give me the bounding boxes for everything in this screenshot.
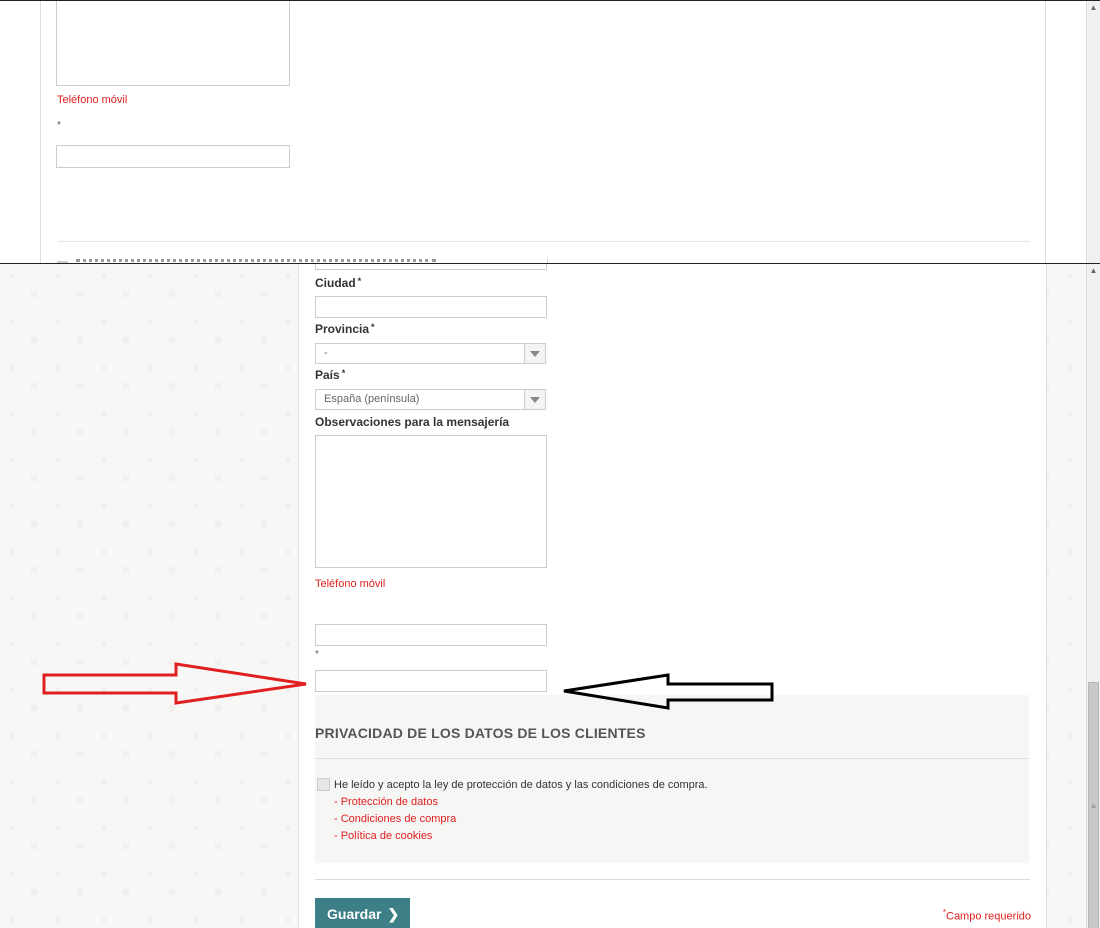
accept-checkbox[interactable] [317,778,330,791]
province-label: Provincia * [315,322,375,336]
country-label: País * [315,368,346,382]
observations-textarea-top[interactable] [56,1,290,86]
bottom-screenshot: Ciudad * Provincia * - País * España (penín… [0,263,1100,928]
accept-text: He leído y acepto la ley de protección d… [334,779,708,791]
mobile-input[interactable] [315,624,547,646]
top-screenshot: Teléfono móvil * ▲ [0,0,1100,263]
mobile-label: Teléfono móvil [315,578,386,590]
right-border [1045,1,1046,263]
province-select[interactable]: - [315,343,546,364]
footer-divider [315,879,1030,880]
city-label: Ciudad * [315,276,362,290]
extra-input-highlighted[interactable] [315,670,547,692]
privacy-title: PRIVACIDAD DE LOS DATOS DE LOS CLIENTES [315,725,646,741]
city-input[interactable] [315,296,547,318]
form-panel: Ciudad * Provincia * - País * España (penín… [298,264,1047,928]
asterisk-marker: * [315,649,319,660]
link-cookies-policy[interactable]: - Política de cookies [334,830,432,842]
privacy-divider [315,758,1029,759]
scrollbar-top[interactable]: ▲ [1086,1,1100,263]
dropdown-arrow-icon[interactable] [524,390,545,409]
scroll-up-icon[interactable]: ▲ [1087,1,1100,15]
save-label: Guardar [327,905,382,922]
country-value: España (península) [324,393,420,405]
notes-textarea[interactable] [315,435,547,568]
divider-top [58,241,1030,242]
save-button[interactable]: Guardar ❯ [315,898,410,928]
required-note: *Campo requerido [942,908,1031,923]
notes-label: Observaciones para la mensajería [315,415,510,429]
asterisk-top: * [57,120,61,131]
privacy-section: PRIVACIDAD DE LOS DATOS DE LOS CLIENTES … [315,695,1029,863]
address-input-cut[interactable] [315,264,547,270]
chevron-right-icon: ❯ [387,905,400,922]
province-value: - [324,347,328,359]
mobile-input-top[interactable] [56,145,290,168]
left-border [40,1,41,263]
mobile-label-top: Teléfono móvil [57,94,128,106]
scroll-thumb[interactable]: ≡ [1088,682,1099,928]
scrollbar-bottom[interactable]: ▲ ≡ [1086,264,1100,928]
link-purchase-conditions[interactable]: - Condiciones de compra [334,813,456,825]
link-data-protection[interactable]: - Protección de datos [334,796,438,808]
country-select[interactable]: España (península) [315,389,546,410]
scroll-up-icon[interactable]: ▲ [1087,264,1100,278]
dropdown-arrow-icon[interactable] [524,344,545,363]
